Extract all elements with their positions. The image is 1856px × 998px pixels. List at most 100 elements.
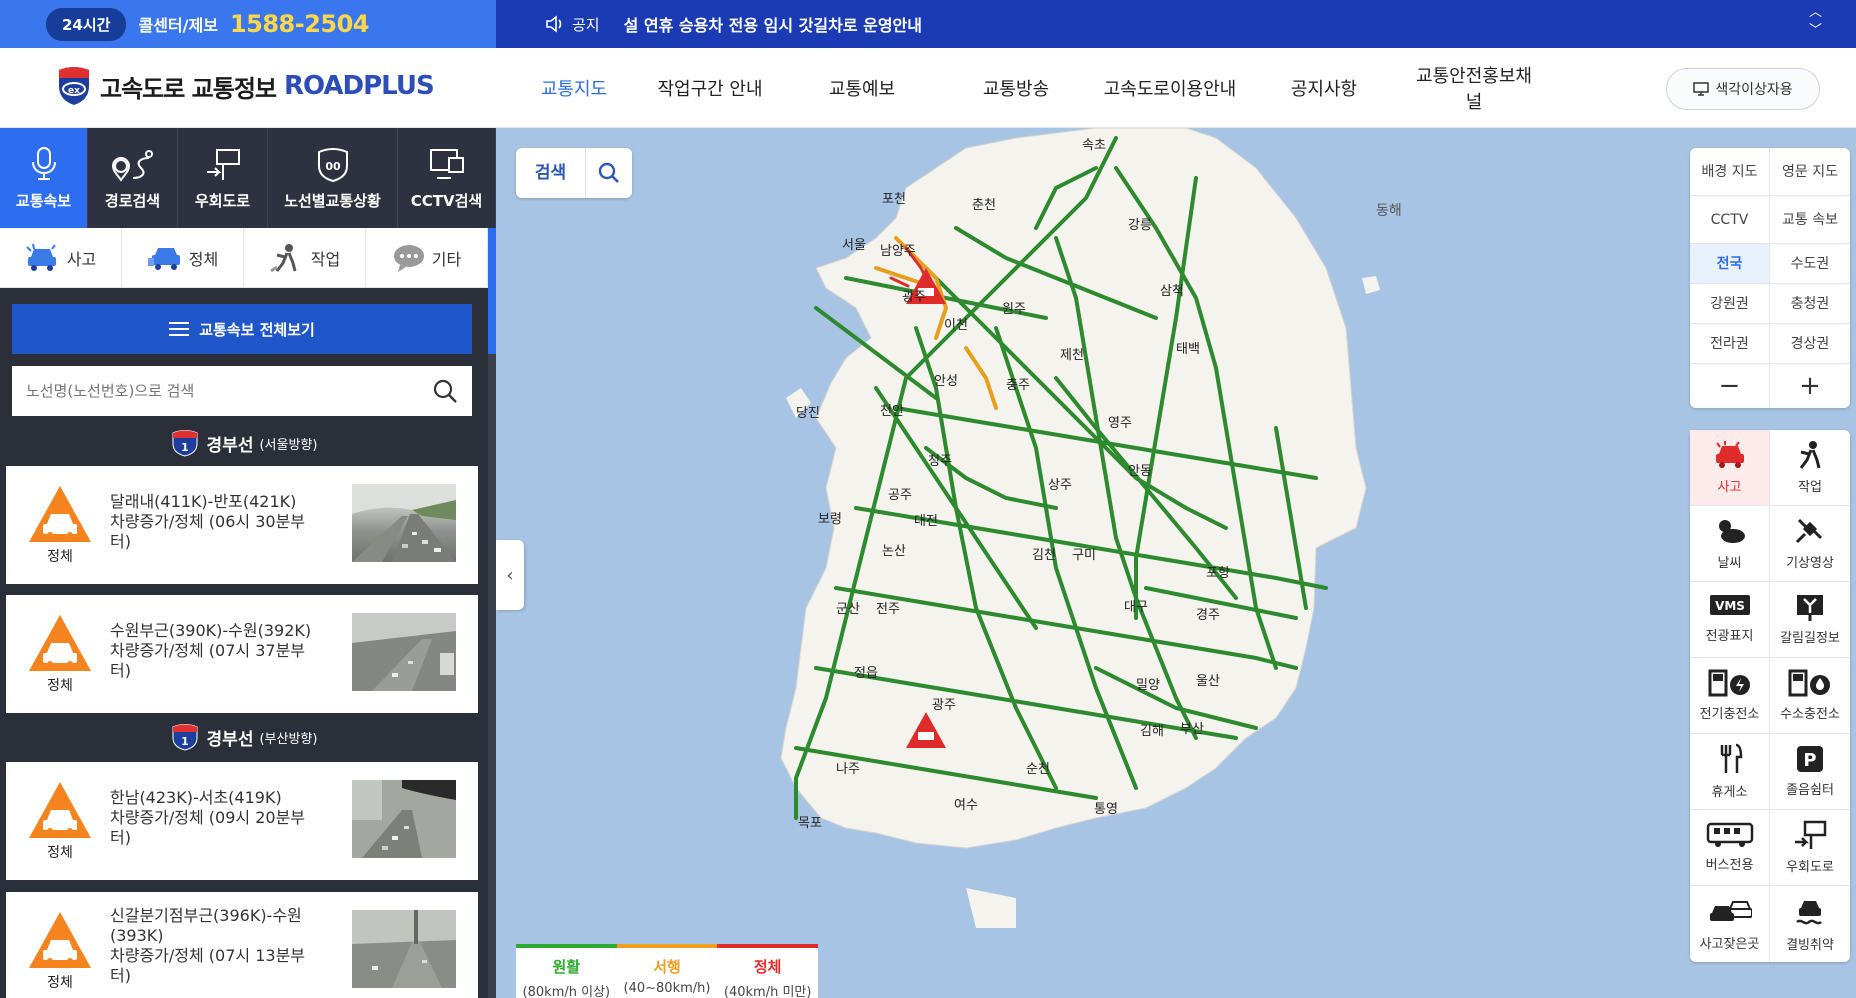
view-all-button[interactable]: 교통속보 전체보기 [12,304,472,354]
cctv-toggle[interactable]: CCTV [1690,196,1770,243]
map-layers-panel: 사고 작업 날씨 기상영상 VMS 전광표지 갈림길정보 전기충전소 수소충전소… [1690,430,1850,962]
region-nationwide[interactable]: 전국 [1690,244,1770,283]
city-label: 광주 [902,290,926,305]
controls-row: 전국 수도권 [1690,244,1850,284]
layer-ev-charging[interactable]: 전기충전소 [1690,658,1770,733]
region-gyeongsang[interactable]: 경상권 [1770,324,1850,363]
category-label: 사고 [66,249,97,269]
layer-label: 버스전용 [1705,858,1754,873]
english-map-button[interactable]: 영문 지도 [1770,148,1850,195]
layer-vms[interactable]: VMS 전광표지 [1690,582,1770,657]
city-label: 전주 [876,602,900,617]
layer-work[interactable]: 작업 [1770,430,1850,505]
cctv-thumbnail[interactable] [352,484,456,562]
tab-route-status[interactable]: 00 노선별교통상황 [268,128,398,228]
search-icon[interactable] [586,162,632,184]
traffic-news-card[interactable]: 정체 한남(423K)-서초(419K) 차량증가/정체 (09시 20분부 터… [6,762,478,880]
colorblind-label: 색각이상자용 [1715,82,1793,98]
satellite-icon [1795,518,1823,544]
chevron-down-icon[interactable]: ﹀ [1809,22,1822,40]
news-text: 수원부근(390K)-수원(392K) 차량증가/정체 (07시 37분부 터) [110,621,330,681]
layer-weather[interactable]: 날씨 [1690,506,1770,581]
layer-junction-info[interactable]: 갈림길정보 [1770,582,1850,657]
region-capital[interactable]: 수도권 [1770,244,1850,283]
base-map-button[interactable]: 배경 지도 [1690,148,1770,195]
city-label: 당진 [796,406,820,421]
chevron-up-icon[interactable]: ︿ [1809,4,1822,22]
notice-label: 공지 [572,15,600,34]
traffic-news-card[interactable]: 정체 수원부근(390K)-수원(392K) 차량증가/정체 (07시 37분부… [6,595,478,713]
left-panel: 교통속보 경로검색 우회도로 00 노선별교통상황 CCTV검색 사고 정체 작… [0,128,496,998]
layer-weather-video[interactable]: 기상영상 [1770,506,1850,581]
tab-traffic-news[interactable]: 교통속보 [0,128,88,228]
region-gangwon[interactable]: 강원권 [1690,284,1770,323]
region-jeolla[interactable]: 전라권 [1690,324,1770,363]
traffic-map[interactable]: 속초 포천 춘천 강릉 서울 남양주 광주 원주 이천 삼척 제천 태백 안성 … [496,128,1856,998]
nav-traffic-broadcast[interactable]: 교통방송 [930,75,1102,101]
top-notice-bar: 24시간 콜센터/제보 1588-2504 공지 설 연휴 승용차 전용 임시 … [0,0,1856,48]
legend-name: 서행 [653,958,681,976]
news-line: 차량증가/정체 (06시 30분부 [110,512,306,531]
category-filter: 사고 정체 작업 기타 [0,228,488,288]
nav-notices[interactable]: 공지사항 [1238,75,1410,101]
city-label: 밀양 [1136,678,1160,693]
traffic-news-card[interactable]: 정체 달래내(411K)-반포(421K) 차량증가/정체 (06시 30분부 … [6,466,478,584]
category-accident[interactable]: 사고 [0,228,122,287]
scrollbar-thumb[interactable] [488,228,496,354]
nav-work-zone[interactable]: 작업구간 안내 [626,75,794,101]
search-icon[interactable] [432,378,458,404]
news-line: 차량증가/정체 (07시 37분부 [110,641,306,660]
logo-brand: ROADPLUS [284,71,435,101]
layers-row: 버스전용 우회도로 [1690,810,1850,886]
monitor-icon [1693,82,1710,96]
logo[interactable]: ex 고속도로 교통정보 ROADPLUS [56,66,435,106]
layer-label: 전기충전소 [1699,707,1760,722]
category-label: 정체 [188,249,219,269]
status-label: 정체 [47,845,73,861]
collapse-panel-button[interactable]: ‹ [496,540,524,610]
layer-accident[interactable]: 사고 [1690,430,1770,505]
city-label: 목포 [798,816,822,831]
tab-route-search[interactable]: 경로검색 [88,128,178,228]
tab-detour[interactable]: 우회도로 [178,128,268,228]
layer-accident-prone[interactable]: 사고잦은곳 [1690,886,1770,962]
layer-hydrogen-charging[interactable]: 수소충전소 [1770,658,1850,733]
zoom-in-button[interactable]: + [1770,364,1850,408]
tab-label: 교통속보 [15,191,72,210]
cctv-thumbnail[interactable] [352,613,456,691]
category-work[interactable]: 작업 [244,228,366,287]
layer-detour[interactable]: 우회도로 [1770,810,1850,885]
nav-safety-channel[interactable]: 교통안전홍보채널 [1410,62,1538,114]
layer-icing[interactable]: 결빙취약 [1770,886,1850,962]
layer-bus-lane[interactable]: 버스전용 [1690,810,1770,885]
category-other[interactable]: 기타 [366,228,488,287]
city-label: 김천 [1032,548,1056,563]
notice-text[interactable]: 설 연휴 승용차 전용 임시 갓길차로 운영안내 [624,12,922,36]
traffic-news-card[interactable]: 정체 신갈분기점부근(396K)-수원 (393K) 차량증가/정체 (07시 … [6,892,478,998]
route-search-input[interactable] [26,382,426,400]
route-number: 1 [181,441,189,454]
map-search-button[interactable]: 검색 [516,148,632,198]
city-label: 김해 [1140,724,1164,739]
traffic-news-toggle[interactable]: 교통 속보 [1770,196,1850,243]
layer-label: 갈림길정보 [1780,631,1840,646]
svg-text:00: 00 [325,160,341,173]
zoom-out-button[interactable]: − [1690,364,1770,408]
cctv-thumbnail[interactable] [352,780,456,858]
nav-highway-guide[interactable]: 고속도로이용안내 [1102,75,1238,101]
layer-drowsy-shelter[interactable]: P 졸음쉼터 [1770,734,1850,809]
cctv-thumbnail[interactable] [352,910,456,988]
warning-car-icon [29,912,91,968]
colorblind-button[interactable]: 색각이상자용 [1666,68,1820,110]
cctv-road-image [352,613,456,691]
nav-traffic-forecast[interactable]: 교통예보 [794,75,930,101]
tab-cctv-search[interactable]: CCTV검색 [398,128,496,228]
news-line: 터) [110,532,131,551]
crash-cars-icon [1709,900,1752,921]
nav-traffic-map[interactable]: 교통지도 [522,75,626,101]
main-nav: 교통지도 작업구간 안내 교통예보 교통방송 고속도로이용안내 공지사항 교통안… [522,48,1538,128]
region-chungcheong[interactable]: 충청권 [1770,284,1850,323]
category-congestion[interactable]: 정체 [122,228,244,287]
legend-jam: 정체 (40km/h 미만) [717,944,819,998]
layer-rest-area[interactable]: 휴게소 [1690,734,1770,809]
